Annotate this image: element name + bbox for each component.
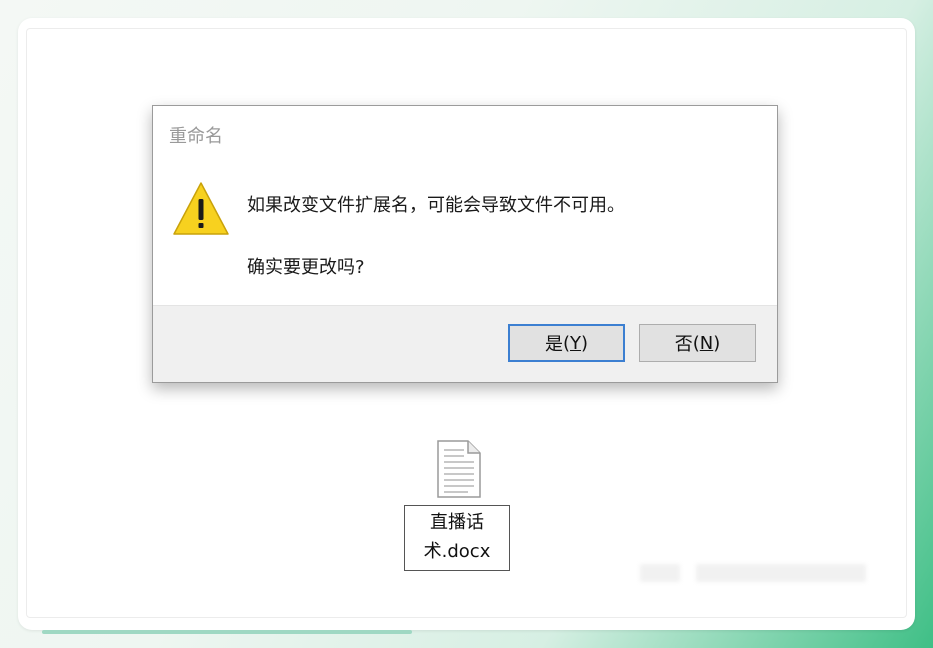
document-file-icon xyxy=(437,440,481,498)
warning-message: 如果改变文件扩展名，可能会导致文件不可用。 xyxy=(247,195,625,216)
yes-mnemonic: Y xyxy=(570,332,581,354)
confirm-question: 确实要更改吗? xyxy=(247,257,365,278)
dialog-button-bar: 是(Y) 否(N) xyxy=(153,305,777,382)
file-name-line2: 术.docx xyxy=(423,541,491,562)
yes-button[interactable]: 是(Y) xyxy=(508,324,625,362)
progress-underline xyxy=(42,630,412,634)
blurred-watermark xyxy=(640,564,680,582)
file-name-line1: 直播话 xyxy=(430,512,484,533)
blurred-watermark xyxy=(696,564,866,582)
file-item[interactable]: 直播话 术.docx xyxy=(404,440,514,574)
warning-triangle-icon xyxy=(173,182,229,235)
file-name-edit-box[interactable]: 直播话 术.docx xyxy=(404,505,510,571)
yes-button-label: 是 xyxy=(544,334,563,355)
no-mnemonic: N xyxy=(699,332,714,354)
no-button[interactable]: 否(N) xyxy=(639,324,756,362)
no-button-label: 否 xyxy=(674,334,693,355)
dialog-title: 重命名 xyxy=(169,126,223,147)
rename-confirm-dialog: 重命名 如果改变文件扩展名，可能会导致文件不可用。 确实要更改吗? 是(Y) 否… xyxy=(152,105,778,383)
